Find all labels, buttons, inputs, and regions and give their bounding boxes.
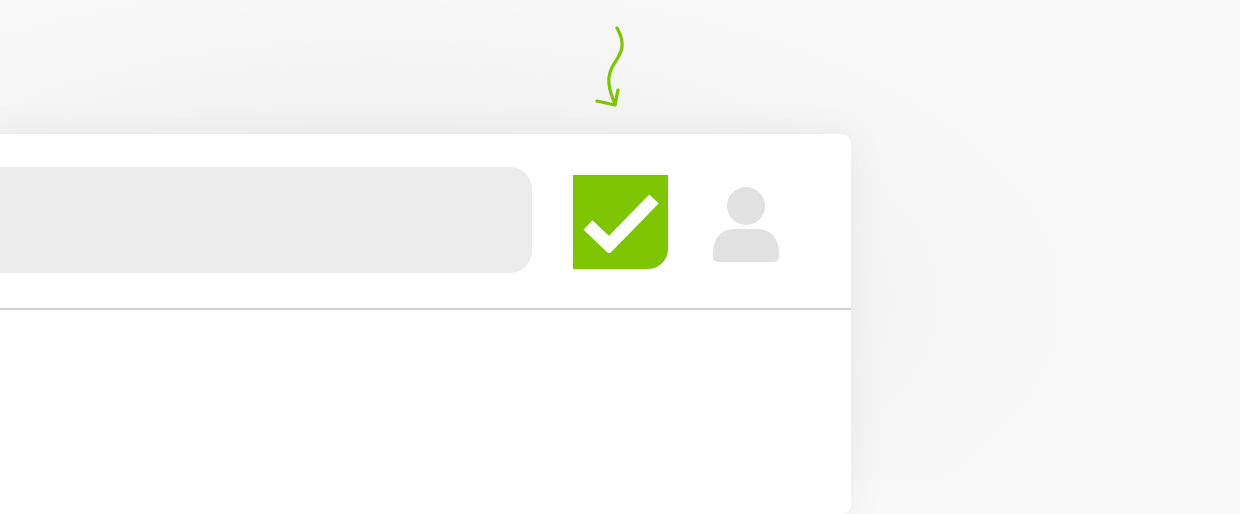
user-avatar-button[interactable]	[711, 186, 781, 264]
page-content-area	[0, 310, 851, 514]
extension-checkmark-button[interactable]	[573, 175, 668, 269]
user-avatar-icon	[713, 187, 779, 262]
browser-window	[0, 134, 851, 514]
checkmark-icon	[583, 194, 659, 253]
hand-drawn-arrow-icon	[595, 26, 624, 107]
search-bar[interactable]	[0, 167, 532, 273]
browser-toolbar	[0, 134, 851, 309]
